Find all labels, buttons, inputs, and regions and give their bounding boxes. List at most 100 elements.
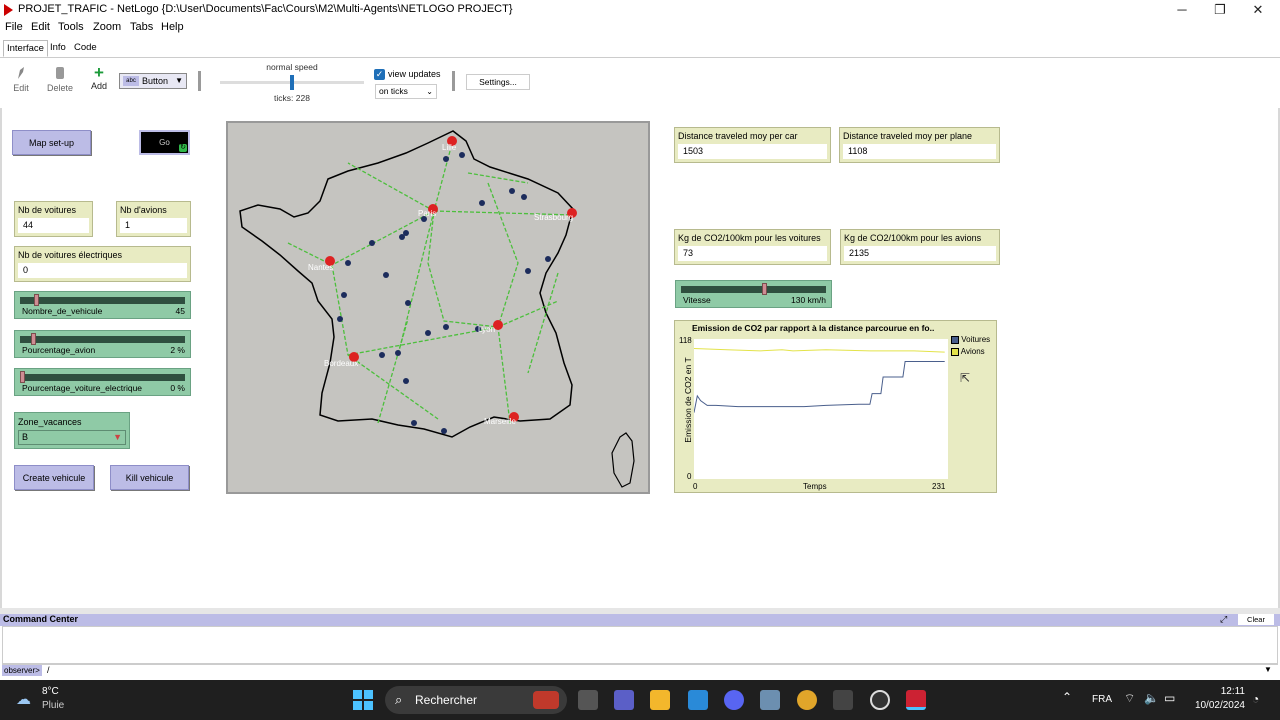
photos-icon[interactable] [760, 690, 780, 710]
france-map [239, 130, 635, 488]
taskbar: ☁ 8°C Pluie ⌕ Rechercher ⌃ FRA ⌔ 🔈 ▭ 12:… [0, 680, 1280, 720]
search-box[interactable]: ⌕ Rechercher [385, 686, 567, 714]
teams-icon[interactable] [614, 690, 634, 710]
vehicle-markers [337, 152, 551, 434]
windows-start-icon[interactable] [353, 690, 373, 710]
chooser-zone-vacances[interactable]: Zone_vacances B ▼ [14, 412, 130, 449]
plot-ylabel: Emission de CO2 en T [683, 357, 693, 443]
city-label: Lille [442, 143, 457, 152]
tab-interface[interactable]: Interface [3, 40, 48, 57]
menu-edit[interactable]: Edit [31, 21, 50, 33]
legend-label: Voitures [961, 335, 991, 344]
terminal-icon[interactable] [833, 690, 853, 710]
wifi-icon[interactable]: ⌔ [1124, 691, 1135, 706]
task-view-icon[interactable] [578, 690, 598, 710]
file-explorer-icon[interactable] [650, 690, 670, 710]
command-center-header: Command Center ⤢ Clear [0, 614, 1280, 626]
menu-tools[interactable]: Tools [58, 21, 84, 33]
add-tool[interactable]: + Add [88, 64, 110, 91]
go-label: Go [159, 138, 170, 147]
menu-zoom[interactable]: Zoom [93, 21, 121, 33]
monitor-label: Nb d'avions [120, 205, 167, 215]
slider-knob[interactable] [761, 283, 767, 295]
map-setup-button[interactable]: Map set-up [12, 130, 91, 155]
slider-pourcentage-avion[interactable]: Pourcentage_avion 2 % [14, 330, 191, 358]
plot-xlabel: Temps [803, 482, 827, 491]
search-placeholder: Rechercher [415, 693, 478, 707]
command-input[interactable]: / [47, 665, 50, 675]
battery-icon[interactable]: ▭ [1164, 691, 1175, 705]
edit-tool[interactable]: Edit [10, 66, 32, 93]
slider-track [20, 374, 185, 381]
slider-value: 45 [175, 306, 185, 316]
weather-text[interactable]: Pluie [42, 700, 64, 711]
monitor-nb-voitures: Nb de voitures 44 [14, 201, 93, 237]
menu-bar: File Edit Tools Zoom Tabs Help [0, 20, 1280, 38]
trash-icon [56, 67, 64, 79]
slider-knob[interactable] [20, 371, 25, 383]
go-button[interactable]: Go ↻ [139, 130, 190, 155]
widget-type-select[interactable]: abc Button ▼ [119, 73, 187, 89]
speed-slider-thumb[interactable] [290, 75, 294, 90]
menu-help[interactable]: Help [161, 21, 184, 33]
slider-knob[interactable] [34, 294, 40, 306]
monitor-label: Kg de CO2/100km pour les avions [844, 233, 982, 243]
plot-xmax: 231 [932, 482, 946, 491]
observer-prompt[interactable]: observer> [2, 665, 42, 676]
slider-pourcentage-voiture-electrique[interactable]: Pourcentage_voiture_electrique 0 % [14, 368, 191, 396]
menu-file[interactable]: File [5, 21, 23, 33]
language-indicator[interactable]: FRA [1092, 694, 1112, 705]
speed-slider[interactable] [220, 75, 364, 90]
edit-label: Edit [13, 83, 29, 93]
notification-icon[interactable]: ◔ [1252, 692, 1259, 706]
toolbar-separator [452, 71, 455, 91]
monitor-value: 44 [18, 218, 89, 233]
slider-nombre-de-vehicule[interactable]: Nombre_de_vehicule 45 [14, 291, 191, 319]
delete-tool[interactable]: Delete [46, 66, 74, 93]
menu-tabs[interactable]: Tabs [130, 21, 153, 33]
slider-knob[interactable] [31, 333, 37, 345]
view-updates-label: view updates [388, 69, 441, 79]
chevron-up-icon[interactable]: ⌃ [1062, 690, 1072, 704]
view-updates-checkbox[interactable]: ✓ [374, 69, 385, 80]
netlogo-taskbar-icon[interactable] [906, 690, 926, 710]
monitor-value: 1503 [678, 144, 827, 159]
minimize-button[interactable]: ─ [1162, 0, 1202, 20]
delete-label: Delete [46, 83, 73, 93]
discord-icon[interactable] [724, 690, 744, 710]
chooser-select[interactable]: B ▼ [18, 430, 126, 445]
clear-button[interactable]: Clear [1238, 614, 1274, 625]
plot-title: Emission de CO2 par rapport à la distanc… [692, 323, 935, 333]
monitor-co2-car: Kg de CO2/100km pour les voitures 73 [674, 229, 831, 265]
world-view[interactable]: Lille Paris Strasbourg Nantes Lyon Borde… [226, 121, 650, 494]
slider-vitesse[interactable]: Vitesse 130 km/h [675, 280, 832, 308]
tab-info[interactable]: Info [47, 40, 69, 55]
update-mode-value: on ticks [379, 86, 408, 96]
ticks-counter: ticks: 228 [274, 93, 310, 103]
clock-time[interactable]: 12:11 [1193, 686, 1245, 697]
close-button[interactable]: ✕ [1238, 0, 1278, 20]
toolbar: Edit Delete + Add abc Button ▼ normal spe… [0, 58, 1280, 108]
plot-ymax: 118 [679, 336, 692, 345]
tab-code[interactable]: Code [71, 40, 100, 55]
settings-button[interactable]: Settings... [466, 74, 530, 90]
maximize-button[interactable]: ❐ [1200, 0, 1240, 20]
chevron-down-icon[interactable]: ▼ [1264, 665, 1272, 674]
kill-vehicule-button[interactable]: Kill vehicule [110, 465, 189, 490]
vscode-icon[interactable] [688, 690, 708, 710]
slider-value: 0 % [170, 383, 185, 393]
chrome-icon[interactable] [797, 690, 817, 710]
monitor-nb-avions: Nb d'avions 1 [116, 201, 191, 237]
netlogo-logo-icon [4, 4, 13, 16]
volume-icon[interactable]: 🔈 [1144, 691, 1159, 705]
update-mode-select[interactable]: on ticks ⌄ [375, 84, 437, 99]
clock-date[interactable]: 10/02/2024 [1185, 700, 1245, 711]
monitor-label: Distance traveled moy per plane [843, 131, 973, 141]
command-input-row: observer> / ▼ [2, 664, 1278, 676]
expand-icon[interactable]: ⤢ [1220, 614, 1227, 625]
button-widget-icon: abc [123, 76, 139, 86]
temperature[interactable]: 8°C [42, 686, 59, 697]
create-vehicule-button[interactable]: Create vehicule [14, 465, 94, 490]
obs-icon[interactable] [870, 690, 890, 710]
monitor-value: 1108 [843, 144, 996, 159]
